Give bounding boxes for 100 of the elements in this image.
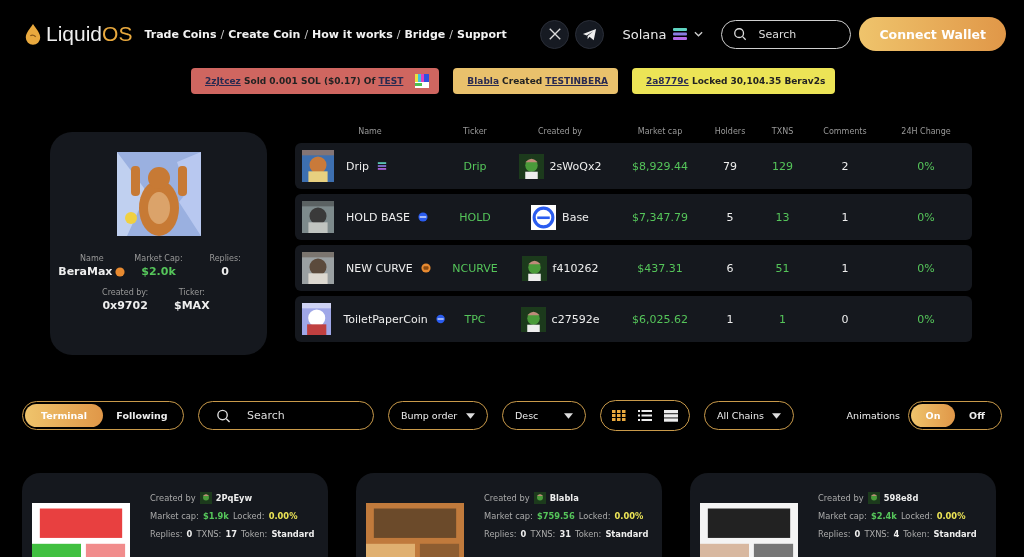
nav-link[interactable]: Trade Coins [144,27,217,41]
nav-link[interactable]: Support [456,27,507,41]
token-link[interactable]: TESTINBERA [545,76,609,86]
market-cap-value: $759.56 [536,510,575,521]
info-label: Market cap: [818,510,867,521]
ticker-text: 2zJtcez Sold 0.001 SOL ($0.17) Of TEST [205,76,404,86]
info-label: Token: [903,528,930,539]
column-header: Comments [822,126,868,136]
creator-name: 598e8d [883,492,919,503]
coin-card[interactable]: Created by 2PqEyw Market cap: $1.9k Locked: 0.00% Replies: 0 TXNS: 17 Token: Standard [22,473,328,557]
column-header: Name [357,126,383,136]
stat-label: Replies: [209,254,241,263]
info-label: TXNS: [864,528,890,539]
comments-cell-text: 0 [840,312,850,326]
creator-name: Blabla [549,492,579,503]
nav-separator: / [304,27,309,41]
column-header: Created by [537,126,583,136]
token-type-value: Standard [933,528,977,539]
locked-value: 0.00% [614,510,644,521]
coin-card[interactable]: Created by Blabla Market cap: $759.56 Locked: 0.00% Replies: 0 TXNS: 31 Token: Standard [356,473,662,557]
logo-text: LiquidOS [46,22,133,46]
search-field[interactable]: Search [198,401,374,430]
column-header: Ticker [462,126,488,136]
toggle-option[interactable]: Off [955,404,999,427]
coin-name: Drip [346,159,370,173]
column-header: Market cap [636,126,684,136]
change-cell-text: 0% [916,210,936,224]
holders-cell-text: 6 [725,261,735,275]
market-cap-value: $2.4k [870,510,897,521]
stat-label: Name [80,254,104,263]
holders-cell-text: 5 [725,210,735,224]
info-label: Locked: [900,510,933,521]
change-cell-text: 0% [916,159,936,173]
comments-cell-text: 1 [840,261,850,275]
txns-value: 4 [893,528,900,539]
coin-name: ToiletPaperCoin [343,312,428,326]
column-header: 24H Change [900,126,952,136]
animations-label: Animations [846,410,900,421]
info-label: Created by [818,492,864,503]
change-cell-text: 0% [916,312,936,326]
token-type-value: Standard [271,528,315,539]
user-link[interactable]: 2zJtcez [205,76,241,86]
info-label: Created by [150,492,196,503]
ticker-text: 2a8779c Locked 30,104.35 Berav2s [646,76,826,86]
creator-name: Base [562,210,589,224]
txns-value: 31 [559,528,571,539]
ticker-text: Blabla Created TESTINBERA [467,76,609,86]
txns-cell-text: 129 [771,159,794,173]
ticker-cell-text: TPC [463,312,487,326]
stat-value: 0x9702 [102,299,148,312]
locked-value: 0.00% [268,510,298,521]
replies-value: 0 [520,528,527,539]
info-label: TXNS: [196,528,222,539]
replies-value: 0 [186,528,193,539]
nav-link[interactable]: How it works [312,27,393,41]
info-label: TXNS: [530,528,556,539]
info-label: Locked: [578,510,611,521]
info-label: Token: [574,528,602,539]
coin-row[interactable]: Drip Drip 2sWoQx2 $8,929.44 79 129 2 0% [295,143,972,189]
view-tab[interactable]: Following [103,404,181,427]
txns-cell-text: 51 [774,261,791,275]
market-cap-cell-text: $6,025.62 [631,312,689,326]
txns-cell-text: 13 [774,210,791,224]
nav-link[interactable]: Create Coin [228,27,301,41]
creator-name: c27592e [551,312,600,326]
coin-row[interactable]: NEW CURVE NCURVE f410262 $437.31 6 51 1 0% [295,245,972,291]
market-cap-cell-text: $7,347.79 [631,210,689,224]
column-header: TXNS [770,126,795,136]
holders-cell-text: 1 [725,312,735,326]
user-link[interactable]: 2a8779c [646,76,689,86]
market-cap-cell-text: $8,929.44 [631,159,689,173]
stat-label: Market Cap: [134,254,183,263]
market-cap-cell-text: $437.31 [636,261,684,275]
replies-value: 0 [854,528,861,539]
creator-name: 2PqEyw [215,492,253,503]
coin-name: HOLD BASE [346,210,411,224]
coin-row[interactable]: ToiletPaperCoin TPC c27592e $6,025.62 1 1 0 0% [295,296,972,342]
comments-cell-text: 2 [840,159,850,173]
stat-value: $MAX [174,299,210,312]
coin-card[interactable]: Created by 598e8d Market cap: $2.4k Locked: 0.00% Replies: 0 TXNS: 4 Token: Standard [690,473,996,557]
token-link[interactable]: TEST [378,76,404,86]
coin-row[interactable]: HOLD BASE HOLD Base $7,347.79 5 13 1 0% [295,194,972,240]
stat-value: BeraMax [58,265,113,278]
info-label: Market cap: [484,510,533,521]
change-cell-text: 0% [916,261,936,275]
locked-value: 0.00% [936,510,966,521]
nav-separator: / [396,27,401,41]
creator-name: 2sWoQx2 [549,159,602,173]
info-label: Token: [240,528,268,539]
market-cap-value: $1.9k [202,510,229,521]
token-type-value: Standard [605,528,649,539]
comments-cell-text: 1 [840,210,850,224]
stat-label: Created by: [102,288,149,297]
search-field[interactable]: Search [721,19,852,49]
ticker-cell-text: Drip [462,159,488,173]
nav-link[interactable]: Bridge [404,27,446,41]
user-link[interactable]: Blabla [467,76,499,86]
info-label: Market cap: [150,510,199,521]
ticker-cell-text: HOLD [458,210,492,224]
chain-selector[interactable]: Solana [616,25,710,43]
